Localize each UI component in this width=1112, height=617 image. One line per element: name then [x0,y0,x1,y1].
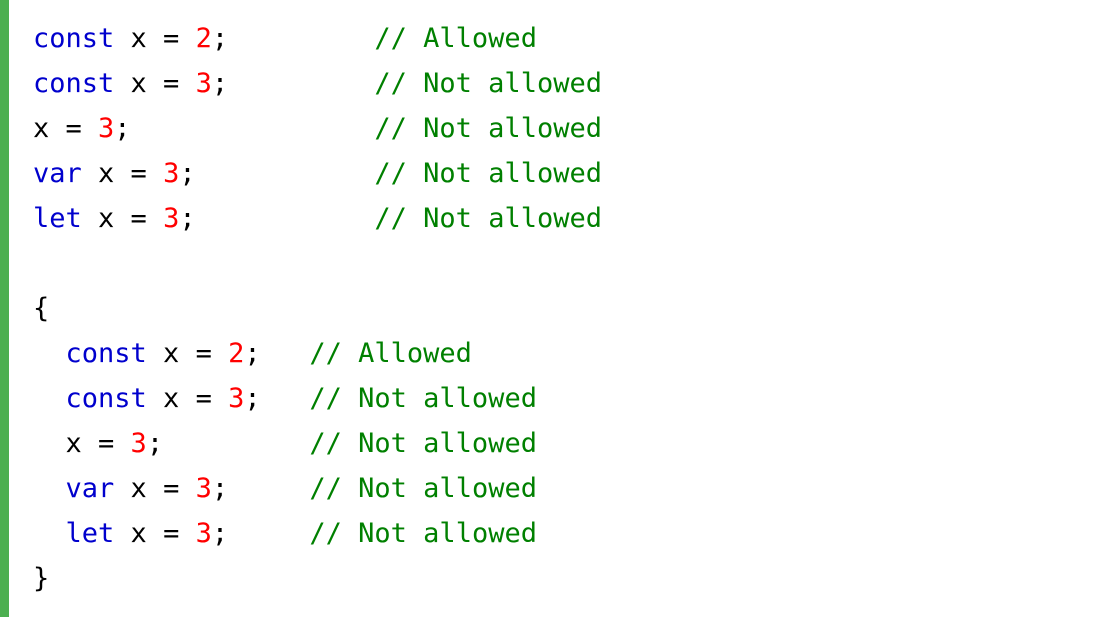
code-text: x = [114,23,196,54]
code-number: 2 [228,338,245,369]
code-keyword: let [33,203,82,234]
code-number: 3 [163,158,180,189]
code-text: x = [114,473,196,504]
code-keyword: const [33,23,115,54]
code-text: x = [81,203,164,234]
code-line: const x = 2; // Allowed [33,331,602,376]
code-line: let x = 3; // Not allowed [33,511,602,556]
code-number: 3 [228,383,245,414]
code-comment: // Not allowed [374,203,602,234]
code-keyword: let [65,518,115,549]
code-text: ; [179,158,375,189]
code-text: ; [244,338,310,369]
code-text: x = [114,518,196,549]
code-keyword: var [33,158,82,189]
code-text: x = [33,428,131,459]
code-number: 3 [163,203,180,234]
code-text: ; [114,113,375,144]
code-line: let x = 3; // Not allowed [33,196,602,241]
code-line: const x = 3; // Not allowed [33,61,602,106]
code-text: { [33,293,50,324]
code-line: const x = 3; // Not allowed [33,376,602,421]
code-comment: // Not allowed [309,518,537,549]
code-line: } [33,556,602,601]
code-comment: // Allowed [309,338,472,369]
code-text: ; [146,428,310,459]
code-example-panel: const x = 2; // Allowed const x = 3; // N… [0,0,1112,617]
code-text: } [33,563,50,594]
code-keyword: const [33,68,115,99]
code-text: x = [81,158,164,189]
code-comment: // Not allowed [374,68,602,99]
code-text: x = [33,113,99,144]
code-keyword: const [65,338,147,369]
code-text: x = [146,338,229,369]
code-keyword: var [65,473,115,504]
code-line: const x = 2; // Allowed [33,16,602,61]
code-comment: // Not allowed [374,158,602,189]
accent-bar [0,0,9,617]
code-text: ; [211,473,310,504]
code-comment: // Not allowed [309,428,537,459]
code-block: const x = 2; // Allowed const x = 3; // N… [33,16,602,601]
code-text: x = [146,383,229,414]
code-text: ; [211,68,375,99]
code-keyword: const [65,383,147,414]
code-comment: // Not allowed [309,383,537,414]
code-number: 3 [195,473,212,504]
code-text: ; [179,203,375,234]
code-comment: // Not allowed [309,473,537,504]
code-number: 3 [195,518,212,549]
code-text: ; [211,23,375,54]
code-line: { [33,286,602,331]
code-number: 2 [195,23,212,54]
code-text: ; [244,383,310,414]
code-line: x = 3; // Not allowed [33,106,602,151]
code-number: 3 [98,113,115,144]
code-text: x = [114,68,196,99]
code-line: var x = 3; // Not allowed [33,466,602,511]
code-comment: // Allowed [374,23,537,54]
code-number: 3 [130,428,147,459]
code-number: 3 [195,68,212,99]
code-text: ; [211,518,310,549]
code-line: var x = 3; // Not allowed [33,151,602,196]
code-comment: // Not allowed [374,113,602,144]
code-line: x = 3; // Not allowed [33,421,602,466]
